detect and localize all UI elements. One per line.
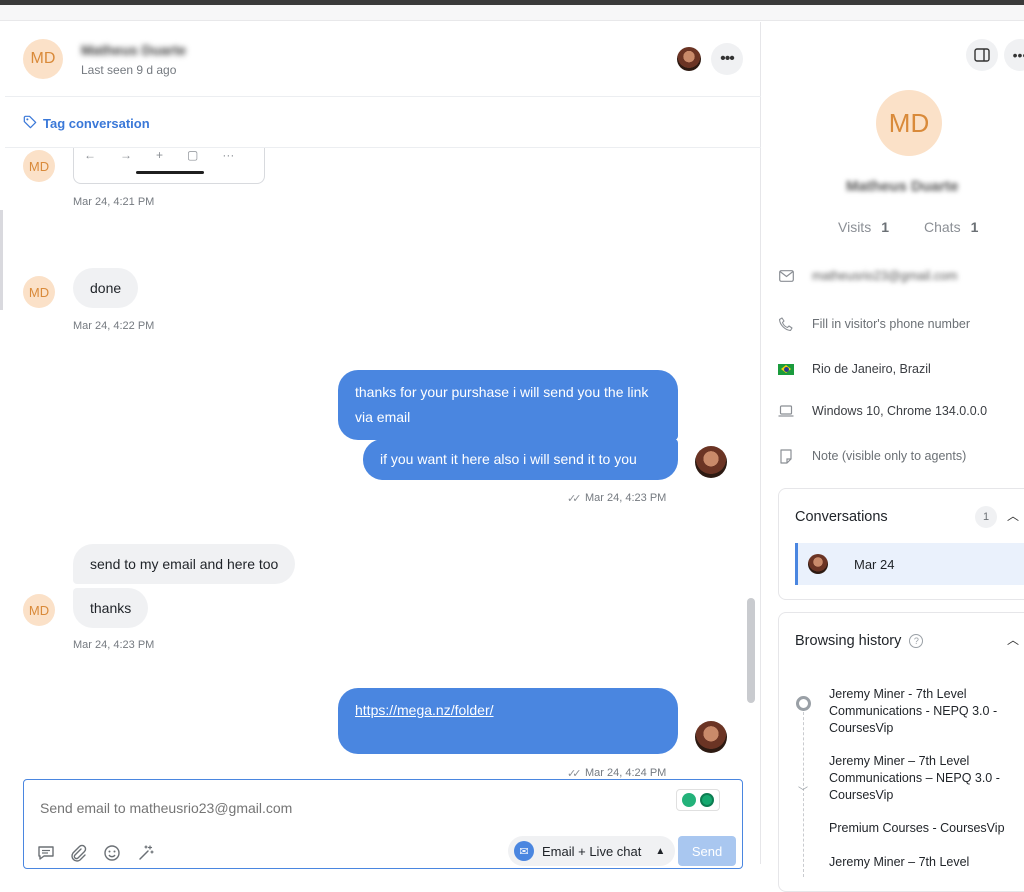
channel-label: Email + Live chat [542,843,642,859]
visits-stat: Visits 1 [838,219,889,235]
visitor-system: Windows 10, Chrome 134.0.0.0 [812,404,988,418]
history-item[interactable]: Premium Courses - CoursesVip [829,820,1024,837]
channel-selector[interactable]: ✉ Email + Live chat ▲ [508,836,676,866]
visitor-details-sidebar: ••• MD Matheus Duarte Visits1 Chats1 mat… [762,22,1024,892]
chats-stat: Chats 1 [924,219,979,235]
tag-bar: Tag conversation [5,98,761,148]
note-placeholder: Note (visible only to agents) [812,449,967,463]
plus-icon: + [156,148,164,162]
note-icon [778,448,794,464]
last-seen-text: Last seen 9 d ago [81,63,177,77]
grammarly-icon [700,793,714,807]
help-icon[interactable]: ? [909,634,924,648]
message-link[interactable]: https://mega.nz/folder/ [355,702,494,718]
send-button[interactable]: Send [678,836,736,866]
history-item[interactable]: Jeremy Miner – 7th Level Communications … [829,753,1024,804]
message-timestamp: Mar 24, 4:22 PM [73,320,155,332]
message-timestamp: Mar 24, 4:23 PM [73,639,155,651]
magic-wand-icon[interactable] [136,843,156,863]
browsing-history-card: Browsing history ? ︿ ﹀ Jeremy Miner - 7t… [778,612,1024,892]
agent-avatar-tiny [808,554,828,574]
message-list[interactable]: MD ← → + ▢ ··· Mar 24, 4:21 PM MD done M… [5,148,761,778]
browsing-history-label: Browsing history [795,633,902,649]
message-timestamp: Mar 24, 4:21 PM [73,196,155,208]
lightbulb-icon [682,793,696,807]
email-row[interactable]: matheusrio23@gmail.com [778,268,957,284]
message-timestamp: Mar 24, 4:23 PM [585,492,667,504]
conversation-item[interactable]: Mar 24 [795,543,1024,585]
conversations-count-badge: 1 [975,506,997,528]
attachment-icon[interactable] [68,843,88,863]
tag-conversation-link[interactable]: Tag conversation [23,115,150,132]
visitor-name: Matheus Duarte [81,42,187,58]
toggle-sidebar-button[interactable] [966,39,998,71]
phone-icon [778,316,794,332]
visitor-avatar-large: MD [876,90,942,156]
history-item[interactable]: Jeremy Miner - 7th Level Communications … [829,686,1024,737]
conversation-date: Mar 24 [854,556,895,572]
back-arrow-icon: ← [84,148,96,162]
agent-avatar-small [695,446,727,478]
square-icon: ▢ [187,148,199,162]
visitor-avatar-small: MD [23,276,55,308]
visitor-avatar-small: MD [23,150,55,182]
phone-placeholder: Fill in visitor's phone number [812,317,971,331]
image-attachment-preview[interactable]: ← → + ▢ ··· [73,148,265,184]
agent-avatar-small [695,721,727,753]
emoji-icon[interactable] [102,843,122,863]
more-options-button[interactable]: ••• [711,43,743,75]
left-resize-handle[interactable] [0,210,3,310]
tag-conversation-label: Tag conversation [43,116,150,131]
agent-link-message: https://mega.nz/folder/ [338,688,678,754]
message-timestamp: Mar 24, 4:24 PM [585,767,667,778]
visitor-name-large: Matheus Duarte [846,178,959,195]
chevron-up-icon[interactable]: ︿ [1007,631,1019,648]
ellipsis-icon: ··· [222,148,235,162]
chat-header: MD Matheus Duarte Last seen 9 d ago ••• [5,22,761,97]
browsing-history-title: Browsing history ? [795,633,924,649]
sidebar-more-button[interactable]: ••• [1004,39,1024,71]
read-checkmark-icon: ✓✓ [567,768,582,778]
browser-toolbar-preview: ← → + ▢ ··· [84,148,234,162]
visitor-message: send to my email and here too [73,544,296,584]
message-input[interactable] [40,800,600,816]
visitor-avatar-small: MD [23,594,55,626]
home-indicator [136,171,204,174]
message-composer[interactable]: ✉ Email + Live chat ▲ Send [23,779,743,869]
tag-icon [23,115,37,132]
visitor-message: thanks [73,588,149,628]
panel-icon [974,48,990,62]
visitor-avatar[interactable]: MD [23,39,63,79]
phone-row[interactable]: Fill in visitor's phone number [778,316,970,332]
timeline-node-icon [796,696,811,711]
visitor-email: matheusrio23@gmail.com [812,269,958,283]
message-scrollbar[interactable] [747,598,755,703]
read-checkmark-icon: ✓✓ [567,493,582,505]
chevron-up-icon: ▲ [655,845,666,857]
location-row: Rio de Janeiro, Brazil [778,361,931,377]
agent-message: thanks for your purshase i will send you… [338,370,678,440]
chevron-down-icon: ﹀ [798,787,808,798]
visitor-location: Rio de Janeiro, Brazil [812,362,931,376]
agent-message: if you want it here also i will send it … [363,439,678,480]
chat-pane: MD Matheus Duarte Last seen 9 d ago ••• … [5,22,761,869]
envelope-icon [778,268,794,284]
note-row[interactable]: Note (visible only to agents) [778,448,966,464]
canned-response-icon[interactable] [36,843,56,863]
forward-arrow-icon: → [120,148,132,162]
chevron-up-icon[interactable]: ︿ [1007,507,1019,524]
system-row: Windows 10, Chrome 134.0.0.0 [778,403,987,419]
conversations-title: Conversations [795,509,888,525]
window-top-strip [0,5,1024,21]
email-icon: ✉ [514,841,534,861]
agent-avatar[interactable] [677,47,701,71]
grammarly-widget[interactable] [676,789,720,811]
visitor-message: done [73,268,139,308]
conversations-card: Conversations 1 ︿ Mar 24 [778,488,1024,600]
brazil-flag-icon [778,361,794,377]
laptop-icon [778,403,794,419]
history-item[interactable]: Jeremy Miner – 7th Level [829,854,1024,871]
